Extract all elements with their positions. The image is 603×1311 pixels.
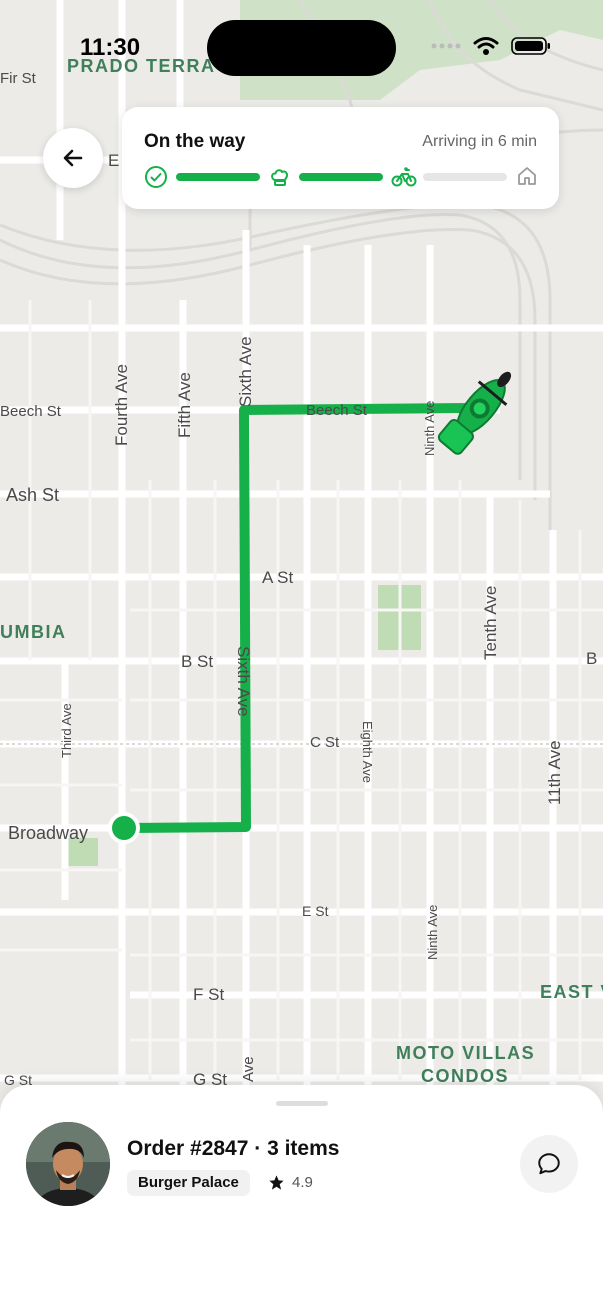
check-icon: [145, 166, 167, 188]
street-label: Sixth Ave: [236, 336, 255, 407]
chat-bubble-icon: [538, 1153, 560, 1175]
street-label: Ninth Ave: [425, 905, 440, 960]
street-label: Fifth Ave: [175, 372, 194, 438]
street-label: Beech St: [306, 402, 368, 419]
order-status-card[interactable]: On the way Arriving in 6 min: [122, 107, 559, 209]
street-label: Eighth Ave: [360, 721, 375, 783]
progress-segment-pending: [423, 173, 507, 181]
order-sheet[interactable]: Order #2847 · 3 items Burger Palace 4.9: [0, 1085, 603, 1311]
bicycle-icon: [391, 167, 417, 187]
area-label: EAST V: [540, 982, 603, 1002]
area-label: CONDOS: [421, 1066, 509, 1086]
chat-button[interactable]: [520, 1135, 578, 1193]
progress-segment-complete: [299, 173, 383, 181]
street-label: Ash St: [6, 485, 59, 505]
star-icon: [269, 1175, 284, 1190]
restaurant-badge: Burger Palace: [127, 1170, 250, 1196]
street-label: Third Ave: [59, 703, 74, 758]
area-label: UMBIA: [0, 622, 67, 642]
arrow-left-icon: [63, 149, 83, 167]
destination-marker[interactable]: [112, 816, 136, 840]
back-button[interactable]: [43, 128, 103, 188]
street-label: Fir St: [0, 70, 37, 87]
dynamic-island: [207, 20, 396, 76]
street-label: Beech St: [0, 403, 62, 420]
order-title: Order #2847 · 3 items: [127, 1137, 340, 1160]
progress-tracker: [144, 163, 539, 191]
street-label: E St: [302, 903, 329, 919]
street-label: A St: [262, 568, 293, 587]
drag-handle[interactable]: [276, 1101, 328, 1106]
rating-value: 4.9: [292, 1174, 313, 1191]
chef-hat-icon: [271, 169, 289, 186]
street-label: Ave: [240, 1056, 257, 1082]
street-label: Tenth Ave: [481, 586, 500, 660]
home-icon: [518, 167, 536, 185]
street-label: B St: [181, 652, 213, 671]
street-label: E: [108, 151, 119, 170]
eta-text: Arriving in 6 min: [422, 133, 537, 150]
courier-avatar: [26, 1122, 110, 1206]
street-label: Ninth Ave: [422, 401, 437, 456]
street-label: Fourth Ave: [112, 364, 131, 446]
cellular-signal-icon: [431, 43, 461, 49]
wifi-icon: [473, 37, 499, 55]
street-label: B: [586, 649, 597, 668]
status-time: 11:30: [80, 34, 141, 61]
restaurant-rating: 4.9: [268, 1174, 313, 1191]
street-label: 11th Ave: [545, 740, 564, 805]
status-title: On the way: [144, 131, 246, 152]
status-icons: [431, 36, 551, 56]
progress-segment-complete: [176, 173, 260, 181]
battery-icon: [511, 37, 550, 55]
street-label: F St: [193, 985, 224, 1004]
street-label: Sixth Ave: [234, 646, 253, 717]
area-label: MOTO VILLAS: [396, 1043, 535, 1063]
street-label: Broadway: [8, 823, 88, 843]
street-label: C St: [310, 734, 340, 751]
